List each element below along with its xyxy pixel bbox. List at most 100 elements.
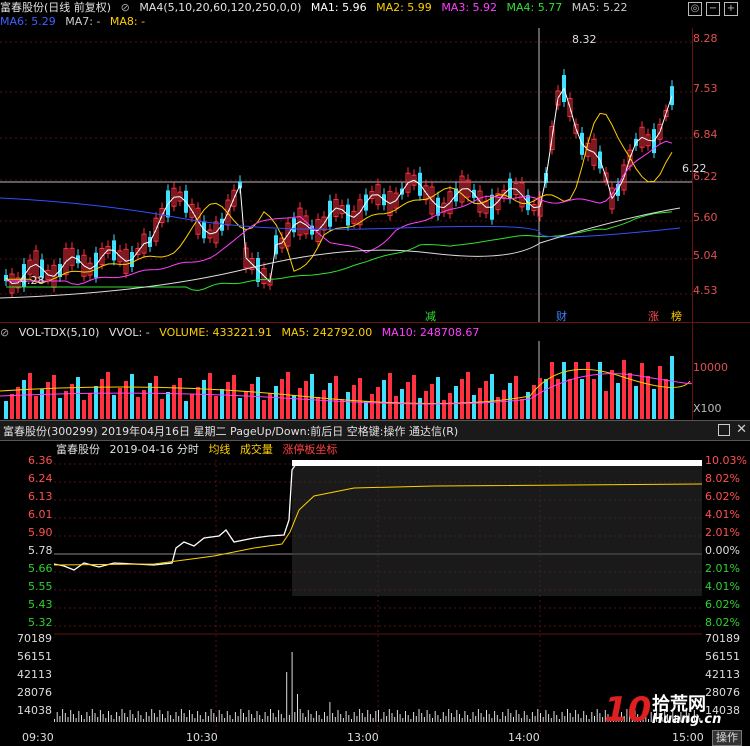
intraday-volume-bar <box>418 709 420 722</box>
intraday-volume-bar <box>148 716 150 722</box>
ma8-value: MA8: - <box>109 15 146 28</box>
panel-menu-icon[interactable]: ◎ <box>688 2 702 16</box>
intraday-volume-bar <box>342 718 344 722</box>
intraday-volume-bar <box>318 715 320 722</box>
volume-legend-row: ⊘ VOL-TDX(5,10) VVOL: - VOLUME: 433221.9… <box>0 325 485 341</box>
intraday-volume-bar <box>502 712 504 722</box>
intraday-volume-bar <box>280 714 282 722</box>
volume-bar <box>592 379 596 419</box>
zoom-in-icon[interactable]: + <box>724 2 738 16</box>
volume-settings-icon[interactable]: ⊘ <box>0 326 9 339</box>
intraday-volume-bar <box>572 717 574 722</box>
vol-tick: 14038 <box>17 704 52 717</box>
volume-bar <box>160 399 164 419</box>
volume-chart[interactable] <box>0 341 692 419</box>
volume-bar <box>640 363 644 419</box>
intraday-volume-bar <box>588 719 590 722</box>
intraday-volume-bar <box>297 694 298 722</box>
operate-button[interactable]: 操作 <box>712 730 742 746</box>
limit-up-band <box>292 460 702 466</box>
volume-bar <box>238 398 242 419</box>
volume-bar <box>472 395 476 419</box>
vol-tick: 70189 <box>17 632 52 645</box>
volume-bar <box>70 384 74 419</box>
vol-tick: 42113 <box>705 668 740 681</box>
intraday-volume-bar <box>86 712 88 722</box>
pct-tick: 4.01% <box>705 508 740 521</box>
volume-bar <box>16 387 20 419</box>
indicator-dropdown-icon[interactable]: ⊘ <box>121 1 130 14</box>
volume-bar <box>226 382 230 419</box>
volume-bar <box>244 391 248 419</box>
intraday-volume-bar <box>542 717 544 722</box>
ma6-value: MA6: 5.29 <box>0 15 56 28</box>
intraday-volume-bar <box>553 711 555 722</box>
intraday-volume-bar <box>399 714 401 722</box>
intraday-volume-bar <box>378 710 379 722</box>
volume-bar <box>646 376 650 419</box>
intraday-volume-bar <box>108 711 109 722</box>
indicator-name: MA4(5,10,20,60,120,250,0,0) <box>139 1 302 14</box>
price-tick: 5.04 <box>693 249 718 262</box>
volume-bar <box>196 387 200 419</box>
limit-coord-toggle[interactable]: 涨停板坐标 <box>282 443 337 456</box>
volume-bar <box>322 390 326 419</box>
volume-toggle[interactable]: 成交量 <box>240 443 273 456</box>
intraday-volume-bar <box>145 712 147 722</box>
intraday-volume-bar <box>537 709 539 722</box>
volume-bar <box>184 401 188 419</box>
maximize-icon[interactable] <box>718 424 730 436</box>
price-axis: 8.28 7.53 6.84 6.22 5.60 5.04 4.53 <box>692 28 750 322</box>
low-annotation: 4.28 <box>20 274 45 287</box>
volume-bar <box>514 376 518 419</box>
intraday-volume-bar <box>194 718 196 722</box>
volume-bar <box>424 391 428 419</box>
intraday-volume-bar <box>594 716 595 722</box>
volume-bar <box>460 379 464 419</box>
intraday-volume-bar <box>156 717 158 722</box>
ma3-value: MA3: 5.92 <box>441 1 498 14</box>
close-icon[interactable]: ✕ <box>736 422 747 437</box>
volume-bar <box>412 375 416 419</box>
vvol-value: VVOL: - <box>108 326 150 339</box>
volume-bar <box>28 373 32 419</box>
volume-bar <box>310 374 314 419</box>
intraday-volume-bar <box>245 717 247 722</box>
intraday-volume-bar <box>234 712 236 722</box>
intraday-volume-bar <box>380 719 382 722</box>
intraday-volume-bar <box>291 652 293 722</box>
intraday-volume-bar <box>513 717 514 722</box>
intraday-window-titlebar[interactable]: 富春股份(300299) 2019年04月16日 星期二 PageUp/Down… <box>0 420 750 441</box>
intraday-price-tick: 5.55 <box>28 580 53 593</box>
intraday-volume-bar <box>364 717 366 722</box>
avg-line-toggle[interactable]: 均线 <box>208 443 230 456</box>
intraday-volume-bar <box>515 710 517 722</box>
intraday-volume-bar <box>531 712 533 722</box>
volume-bar <box>436 377 440 419</box>
volume-bar <box>274 386 278 419</box>
intraday-volume-bar <box>205 712 207 722</box>
volume-indicator-name: VOL-TDX(5,10) <box>18 326 100 339</box>
intraday-volume-bar <box>353 712 355 722</box>
intraday-volume-bar <box>191 714 193 722</box>
kline-chart[interactable] <box>0 28 692 322</box>
volume-bar <box>364 401 368 419</box>
time-tick: 09:30 <box>22 731 54 744</box>
volume-bar <box>586 362 590 419</box>
zoom-out-icon[interactable]: − <box>706 2 720 16</box>
intraday-volume-bar <box>394 717 396 722</box>
intraday-volume-bar <box>326 716 328 722</box>
intraday-volume-bar <box>118 716 120 722</box>
time-tick: 14:00 <box>508 731 540 744</box>
intraday-volume-bar <box>275 717 277 722</box>
intraday-price-tick: 6.13 <box>28 490 53 503</box>
intraday-volume-bar <box>351 719 352 722</box>
intraday-volume-bar <box>456 710 458 722</box>
intraday-volume-bar <box>324 712 325 722</box>
intraday-volume-bar <box>283 718 285 722</box>
volume-bar <box>580 379 584 419</box>
intraday-volume-bar <box>529 719 531 722</box>
volume-bar <box>454 386 458 419</box>
intraday-volume-bar <box>591 712 593 722</box>
intraday-volume-bar <box>499 719 501 722</box>
